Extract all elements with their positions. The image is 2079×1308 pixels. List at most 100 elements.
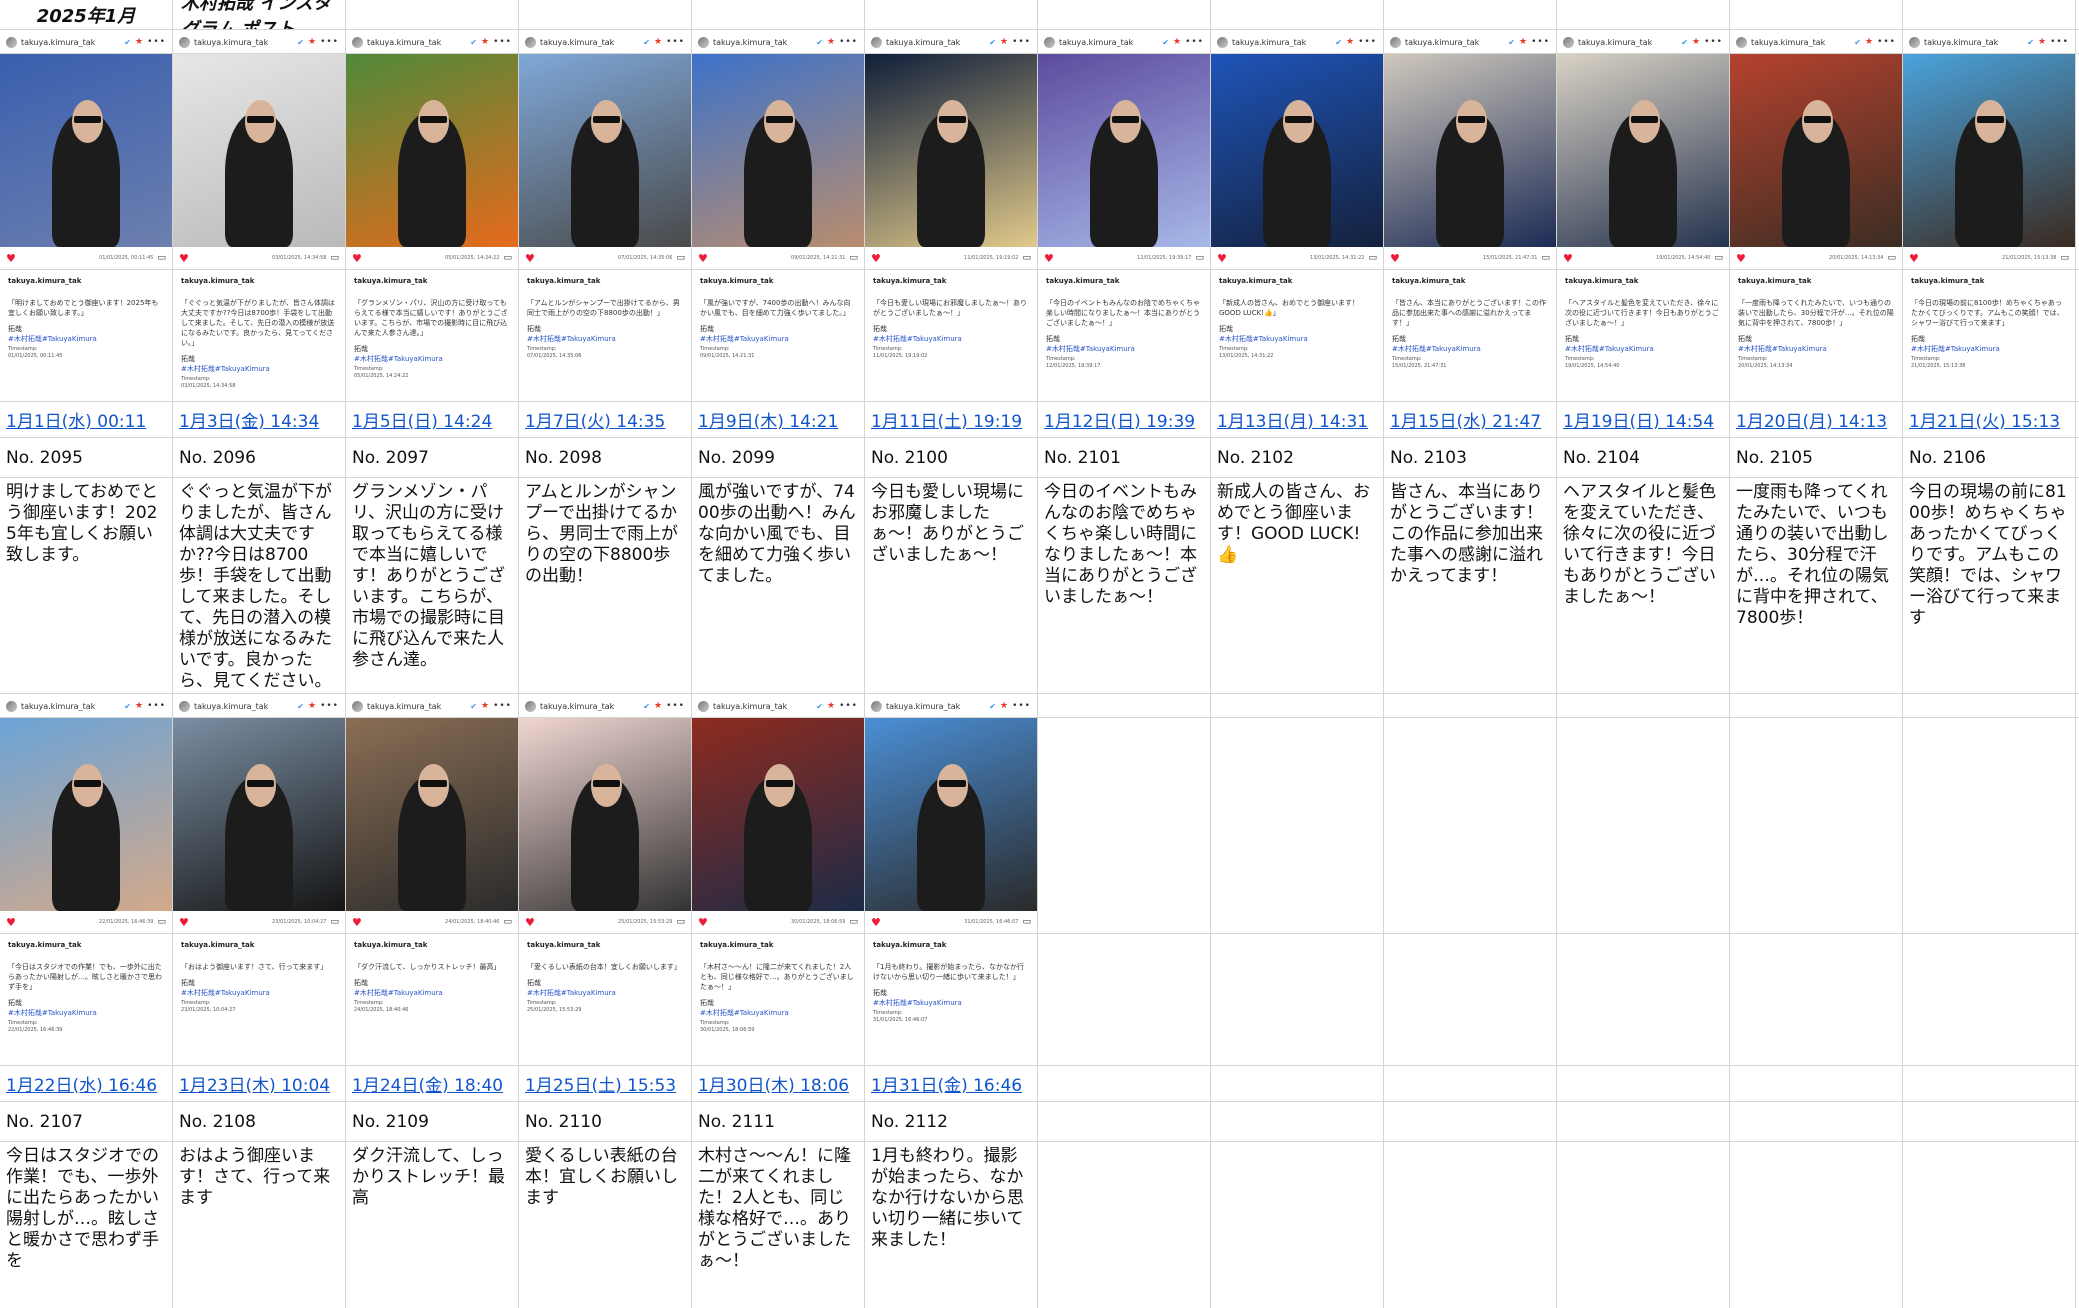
post-image-cell[interactable]: ♥ 19/01/2025, 14:54:40 ▭: [1557, 54, 1730, 270]
post-caption-cell[interactable]: takuya.kimura_tak 「今日のイベントもみんなのお陰でめちゃくちゃ楽…: [1038, 270, 1211, 402]
post-date-link[interactable]: 1月7日(火) 14:35: [525, 407, 665, 432]
post-date-link[interactable]: 1月22日(水) 16:46: [6, 1071, 157, 1096]
post-text[interactable]: 風が強いですが、7400歩の出動へ！みんな向かい風でも、目を細めて力強く歩いてま…: [692, 478, 865, 694]
post-caption-cell[interactable]: takuya.kimura_tak 「ダク汗流して、しっかりストレッチ！最高」 拓哉…: [346, 934, 519, 1066]
post-date-link[interactable]: 1月9日(木) 14:21: [698, 407, 838, 432]
empty-cell[interactable]: [1384, 1142, 1557, 1308]
post-number[interactable]: No. 2108: [173, 1102, 346, 1142]
empty-cell[interactable]: [1903, 1066, 2076, 1102]
post-image-cell[interactable]: ♥ 30/01/2025, 18:06:59 ▭: [692, 718, 865, 934]
empty-cell[interactable]: [1557, 718, 1730, 934]
empty-cell[interactable]: [1038, 694, 1211, 718]
post-date-link[interactable]: 1月11日(土) 19:19: [871, 407, 1022, 432]
empty-cell[interactable]: [1730, 0, 1903, 30]
post-date-link[interactable]: 1月19日(日) 14:54: [1563, 407, 1714, 432]
post-text[interactable]: 今日はスタジオでの作業！でも、一歩外に出たらあったかい陽射しが…。眩しさと暖かさ…: [0, 1142, 173, 1308]
post-text[interactable]: 新成人の皆さん、おめでとう御座います！GOOD LUCK!👍: [1211, 478, 1384, 694]
post-caption-cell[interactable]: takuya.kimura_tak 「木村さ〜〜ん！に隆二が来てくれました！2人と…: [692, 934, 865, 1066]
post-caption-cell[interactable]: takuya.kimura_tak 「明けましておめでとう御座います！2025年も…: [0, 270, 173, 402]
empty-cell[interactable]: [1903, 934, 2076, 1066]
post-caption-cell[interactable]: takuya.kimura_tak 「今日も愛しい現場にお邪魔しましたぁ〜！ありが…: [865, 270, 1038, 402]
empty-cell[interactable]: [1557, 1142, 1730, 1308]
post-number[interactable]: No. 2106: [1903, 438, 2076, 478]
post-caption-cell[interactable]: takuya.kimura_tak 「風が強いですが、7400歩の出動へ！みんな向…: [692, 270, 865, 402]
empty-cell[interactable]: [1211, 1102, 1384, 1142]
empty-cell[interactable]: [1211, 718, 1384, 934]
post-text[interactable]: 今日のイベントもみんなのお陰でめちゃくちゃ楽しい時間になりましたぁ〜！本当にあり…: [1038, 478, 1211, 694]
empty-cell[interactable]: [1730, 694, 1903, 718]
post-text[interactable]: 木村さ〜〜ん！に隆二が来てくれました！2人とも、同じ様な格好で…。ありがとうござ…: [692, 1142, 865, 1308]
post-date-link[interactable]: 1月24日(金) 18:40: [352, 1071, 503, 1096]
post-date-link[interactable]: 1月13日(月) 14:31: [1217, 407, 1368, 432]
empty-cell[interactable]: [1211, 934, 1384, 1066]
post-text[interactable]: おはよう御座います！さて、行って来ます: [173, 1142, 346, 1308]
post-number[interactable]: No. 2096: [173, 438, 346, 478]
post-text[interactable]: 愛くるしい表紙の台本！宜しくお願いします: [519, 1142, 692, 1308]
post-number[interactable]: No. 2105: [1730, 438, 1903, 478]
post-text[interactable]: 今日も愛しい現場にお邪魔しましたぁ〜！ありがとうございましたぁ〜！: [865, 478, 1038, 694]
post-caption-cell[interactable]: takuya.kimura_tak 「一度雨も降ってくれたみたいで、いつも通りの装…: [1730, 270, 1903, 402]
post-caption-cell[interactable]: takuya.kimura_tak 「グランメゾン・パリ、沢山の方に受け取ってもら…: [346, 270, 519, 402]
post-image-cell[interactable]: ♥ 22/01/2025, 16:46:39 ▭: [0, 718, 173, 934]
post-number[interactable]: No. 2100: [865, 438, 1038, 478]
empty-cell[interactable]: [1038, 1102, 1211, 1142]
empty-cell[interactable]: [1557, 0, 1730, 30]
post-date-link[interactable]: 1月25日(土) 15:53: [525, 1071, 676, 1096]
empty-cell[interactable]: [1730, 1142, 1903, 1308]
empty-cell[interactable]: [1903, 1102, 2076, 1142]
empty-cell[interactable]: [865, 0, 1038, 30]
post-date-link[interactable]: 1月23日(木) 10:04: [179, 1071, 330, 1096]
post-text[interactable]: ぐぐっと気温が下がりましたが、皆さん体調は大丈夫ですか??今日は8700歩！手袋…: [173, 478, 346, 694]
empty-cell[interactable]: [1557, 1066, 1730, 1102]
empty-cell[interactable]: [1038, 0, 1211, 30]
post-date-link[interactable]: 1月20日(月) 14:13: [1736, 407, 1887, 432]
post-image-cell[interactable]: ♥ 13/01/2025, 14:31:22 ▭: [1211, 54, 1384, 270]
post-caption-cell[interactable]: takuya.kimura_tak 「愛くるしい表紙の台本！宜しくお願いします」拓…: [519, 934, 692, 1066]
post-number[interactable]: No. 2111: [692, 1102, 865, 1142]
empty-cell[interactable]: [1384, 1066, 1557, 1102]
empty-cell[interactable]: [1903, 0, 2076, 30]
post-date-link[interactable]: 1月30日(木) 18:06: [698, 1071, 849, 1096]
post-number[interactable]: No. 2101: [1038, 438, 1211, 478]
empty-cell[interactable]: [1038, 934, 1211, 1066]
empty-cell[interactable]: [692, 0, 865, 30]
post-text[interactable]: 明けましておめでとう御座います！2025年も宜しくお願い致します。: [0, 478, 173, 694]
empty-cell[interactable]: [1557, 934, 1730, 1066]
empty-cell[interactable]: [1730, 934, 1903, 1066]
post-image-cell[interactable]: ♥ 25/01/2025, 15:53:29 ▭: [519, 718, 692, 934]
post-image-cell[interactable]: ♥ 05/01/2025, 14:24:22 ▭: [346, 54, 519, 270]
post-number[interactable]: No. 2102: [1211, 438, 1384, 478]
empty-cell[interactable]: [1038, 1066, 1211, 1102]
empty-cell[interactable]: [1730, 1102, 1903, 1142]
post-number[interactable]: No. 2110: [519, 1102, 692, 1142]
post-text[interactable]: 一度雨も降ってくれたみたいで、いつも通りの装いで出動したら、30分程で汗が…。そ…: [1730, 478, 1903, 694]
post-caption-cell[interactable]: takuya.kimura_tak 「皆さん、本当にありがとうございます！この作品…: [1384, 270, 1557, 402]
post-date-link[interactable]: 1月31日(金) 16:46: [871, 1071, 1022, 1096]
post-number[interactable]: No. 2095: [0, 438, 173, 478]
empty-cell[interactable]: [1038, 1142, 1211, 1308]
post-caption-cell[interactable]: takuya.kimura_tak 「ヘアスタイルと髪色を変えていただき、徐々に次…: [1557, 270, 1730, 402]
post-text[interactable]: グランメゾン・パリ、沢山の方に受け取ってもらえてる様で本当に嬉しいです！ありがと…: [346, 478, 519, 694]
post-date-link[interactable]: 1月3日(金) 14:34: [179, 407, 319, 432]
post-image-cell[interactable]: ♥ 01/01/2025, 00:11:45 ▭: [0, 54, 173, 270]
post-caption-cell[interactable]: takuya.kimura_tak 「今日はスタジオでの作業！でも、一歩外に出たら…: [0, 934, 173, 1066]
empty-cell[interactable]: [1384, 718, 1557, 934]
empty-cell[interactable]: [346, 0, 519, 30]
post-text[interactable]: ヘアスタイルと髪色を変えていただき、徐々に次の役に近づいて行きます！今日もありが…: [1557, 478, 1730, 694]
empty-cell[interactable]: [1557, 1102, 1730, 1142]
post-text[interactable]: ダク汗流して、しっかりストレッチ！最高: [346, 1142, 519, 1308]
post-text[interactable]: 1月も終わり。撮影が始まったら、なかなか行けないから思い切り一緒に歩いて来ました…: [865, 1142, 1038, 1308]
empty-cell[interactable]: [519, 0, 692, 30]
post-number[interactable]: No. 2104: [1557, 438, 1730, 478]
post-image-cell[interactable]: ♥ 03/01/2025, 14:34:58 ▭: [173, 54, 346, 270]
empty-cell[interactable]: [1903, 718, 2076, 934]
empty-cell[interactable]: [1038, 718, 1211, 934]
post-image-cell[interactable]: ♥ 23/01/2025, 10:04:27 ▭: [173, 718, 346, 934]
post-number[interactable]: No. 2098: [519, 438, 692, 478]
post-number[interactable]: No. 2112: [865, 1102, 1038, 1142]
empty-cell[interactable]: [1384, 0, 1557, 30]
post-image-cell[interactable]: ♥ 31/01/2025, 16:46:07 ▭: [865, 718, 1038, 934]
post-number[interactable]: No. 2097: [346, 438, 519, 478]
post-date-link[interactable]: 1月5日(日) 14:24: [352, 407, 492, 432]
post-caption-cell[interactable]: takuya.kimura_tak 「1月も終わり。撮影が始まったら、なかなか行け…: [865, 934, 1038, 1066]
